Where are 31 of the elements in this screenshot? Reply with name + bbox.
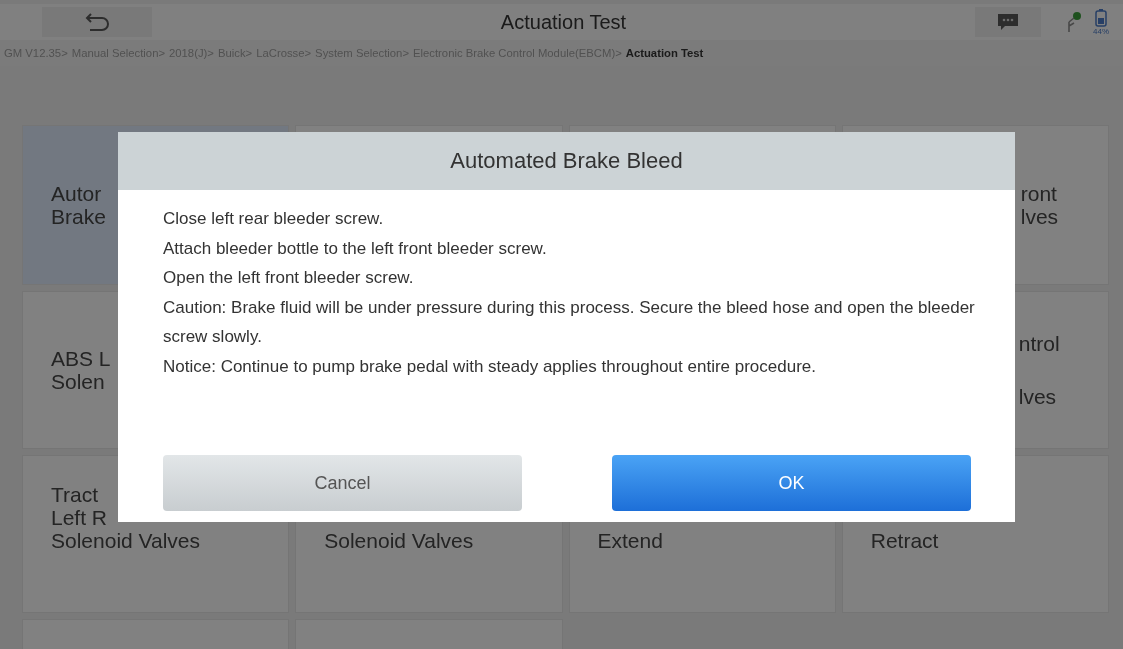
- tile-label: Left R: [51, 505, 108, 529]
- tile-label: ABS L: [51, 346, 111, 370]
- dialog-title: Automated Brake Bleed: [450, 148, 683, 174]
- tile-label: Retract: [870, 528, 939, 552]
- instruction-text: Notice: Continue to pump brake pedal with steady applies throughout entire procedure.: [163, 355, 817, 378]
- chat-bubble-icon: [996, 12, 1020, 32]
- tile-label: ntrol: [1018, 331, 1060, 355]
- cancel-button[interactable]: Cancel: [163, 455, 522, 511]
- connection-icon: [1065, 10, 1083, 34]
- tile-label: ront: [1020, 181, 1057, 205]
- tile-label: Solen: [51, 370, 105, 394]
- page-title: Actuation Test: [499, 10, 628, 34]
- tile-label: Autor: [51, 181, 102, 205]
- tile-label: lves: [1018, 385, 1057, 409]
- back-arrow-icon: [84, 11, 110, 33]
- instruction-text: Attach bleeder bottle to the left front bleeder screw.: [163, 237, 548, 260]
- tile-label: Brake: [51, 205, 106, 229]
- back-button[interactable]: [42, 7, 152, 37]
- instruction-text: Close left rear bleeder screw.: [163, 208, 385, 230]
- ok-button[interactable]: OK: [612, 455, 971, 511]
- message-button[interactable]: [975, 7, 1041, 37]
- battery-icon: [1095, 8, 1107, 27]
- tile-label: lves: [1020, 205, 1059, 229]
- instruction-text: Caution: Brake fluid will be under pressure during this process. Secure the bleed hose and open the bleeder screw slowly.: [163, 296, 975, 348]
- breadcrumb-item[interactable]: Actuation Test: [625, 47, 704, 59]
- instruction-text: Open the left front bleeder screw.: [163, 267, 415, 289]
- tile-label: Extend: [597, 528, 663, 552]
- tile-label: Tract: [51, 482, 99, 506]
- tile-label: Solenoid Valves: [51, 528, 201, 552]
- battery-percentage: 44%: [1093, 26, 1109, 36]
- tile-label: Solenoid Valves: [324, 528, 474, 552]
